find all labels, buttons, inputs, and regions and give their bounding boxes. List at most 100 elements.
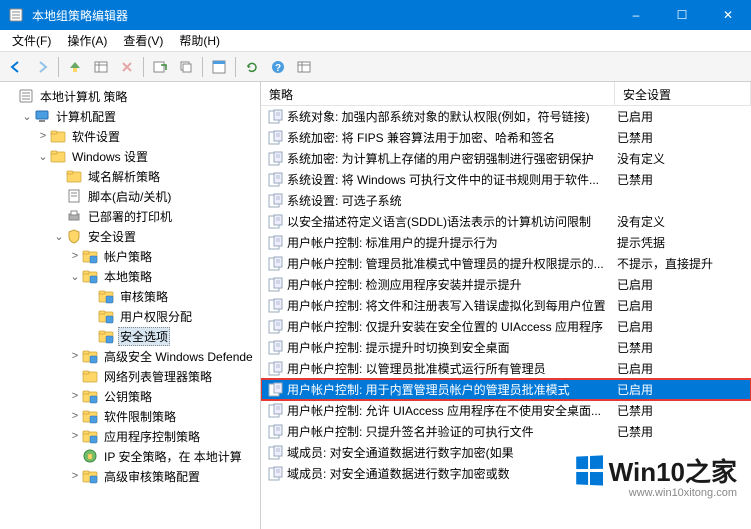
policy-icon	[267, 151, 283, 167]
window-title: 本地组策略编辑器	[32, 7, 613, 24]
list-row[interactable]: 系统设置: 可选子系统	[261, 190, 751, 211]
list-row[interactable]: 用户帐户控制: 管理员批准模式中管理员的提升权限提示的...不提示，直接提升	[261, 253, 751, 274]
export-button[interactable]	[148, 55, 172, 79]
list-body[interactable]: 系统对象: 加强内部系统对象的默认权限(例如，符号链接)已启用系统加密: 将 F…	[261, 106, 751, 529]
delete-button[interactable]	[115, 55, 139, 79]
folder-blue-icon	[82, 248, 98, 264]
expander-icon[interactable]: >	[68, 350, 82, 362]
policy-name: 系统加密: 为计算机上存储的用户密钥强制进行强密钥保护	[287, 150, 617, 167]
tree-node-label: 应用程序控制策略	[102, 427, 202, 446]
list-row[interactable]: 域成员: 对安全通道数据进行数字加密或数	[261, 463, 751, 484]
policy-name: 用户帐户控制: 将文件和注册表写入错误虚拟化到每用户位置	[287, 297, 617, 314]
list-row[interactable]: 用户帐户控制: 仅提升安装在安全位置的 UIAccess 应用程序已启用	[261, 316, 751, 337]
tree-node[interactable]: 用户权限分配	[0, 306, 260, 326]
list-row[interactable]: 用户帐户控制: 检测应用程序安装并提示提升已启用	[261, 274, 751, 295]
list-row[interactable]: 用户帐户控制: 标准用户的提升提示行为提示凭据	[261, 232, 751, 253]
tree-node-label: 软件限制策略	[102, 407, 178, 426]
maximize-button[interactable]: ☐	[659, 0, 705, 30]
expander-icon[interactable]: >	[36, 130, 50, 142]
help-button[interactable]	[266, 55, 290, 79]
close-button[interactable]: ✕	[705, 0, 751, 30]
tree-node[interactable]: 审核策略	[0, 286, 260, 306]
folder-blue-icon	[82, 468, 98, 484]
list-row[interactable]: 用户帐户控制: 只提升签名并验证的可执行文件已禁用	[261, 421, 751, 442]
policy-setting: 已禁用	[617, 402, 751, 419]
list-row[interactable]: 用户帐户控制: 将文件和注册表写入错误虚拟化到每用户位置已启用	[261, 295, 751, 316]
toolbar	[0, 52, 751, 82]
list-button[interactable]	[89, 55, 113, 79]
menu-action[interactable]: 操作(A)	[59, 30, 115, 51]
expander-icon[interactable]: >	[68, 410, 82, 422]
list-row[interactable]: 用户帐户控制: 用于内置管理员帐户的管理员批准模式已启用	[261, 379, 751, 400]
tree-node[interactable]: 脚本(启动/关机)	[0, 186, 260, 206]
list-row[interactable]: 用户帐户控制: 以管理员批准模式运行所有管理员已启用	[261, 358, 751, 379]
list-row[interactable]: 系统设置: 将 Windows 可执行文件中的证书规则用于软件...已禁用	[261, 169, 751, 190]
tree-node[interactable]: ⌄Windows 设置	[0, 146, 260, 166]
menu-view[interactable]: 查看(V)	[115, 30, 171, 51]
list-panel: 策略 安全设置 系统对象: 加强内部系统对象的默认权限(例如，符号链接)已启用系…	[261, 82, 751, 529]
expander-icon[interactable]: >	[68, 250, 82, 262]
tree-node[interactable]: ⌄本地策略	[0, 266, 260, 286]
tree-node[interactable]: 网络列表管理器策略	[0, 366, 260, 386]
list-row[interactable]: 系统加密: 将 FIPS 兼容算法用于加密、哈希和签名已禁用	[261, 127, 751, 148]
tree-node[interactable]: 已部署的打印机	[0, 206, 260, 226]
column-header-setting[interactable]: 安全设置	[615, 82, 751, 105]
minimize-button[interactable]: –	[613, 0, 659, 30]
expander-icon[interactable]: >	[68, 470, 82, 482]
separator	[58, 57, 59, 77]
tree-node[interactable]: ⌄计算机配置	[0, 106, 260, 126]
tree-node[interactable]: ⌄安全设置	[0, 226, 260, 246]
menu-file[interactable]: 文件(F)	[4, 30, 59, 51]
separator	[202, 57, 203, 77]
up-button[interactable]	[63, 55, 87, 79]
tree-node[interactable]: >帐户策略	[0, 246, 260, 266]
ipsec-icon	[82, 448, 98, 464]
expander-icon[interactable]: >	[68, 390, 82, 402]
folder-blue-icon	[82, 428, 98, 444]
tree-node[interactable]: 域名解析策略	[0, 166, 260, 186]
refresh-button[interactable]	[240, 55, 264, 79]
policy-setting: 没有定义	[617, 213, 751, 230]
tree-node[interactable]: > 高级审核策略配置	[0, 466, 260, 486]
column-header-name[interactable]: 策略	[261, 82, 615, 105]
tree-node-label: 高级审核策略配置	[102, 467, 202, 486]
detail-button[interactable]	[292, 55, 316, 79]
list-row[interactable]: 用户帐户控制: 提示提升时切换到安全桌面已禁用	[261, 337, 751, 358]
properties-button[interactable]	[207, 55, 231, 79]
expander-icon[interactable]: ⌄	[36, 150, 50, 163]
folder-blue-icon	[98, 328, 114, 344]
policy-icon	[267, 172, 283, 188]
forward-button[interactable]	[30, 55, 54, 79]
back-button[interactable]	[4, 55, 28, 79]
tree-node[interactable]: 安全选项	[0, 326, 260, 346]
list-row[interactable]: 用户帐户控制: 允许 UIAccess 应用程序在不使用安全桌面...已禁用	[261, 400, 751, 421]
tree-node[interactable]: 本地计算机 策略	[0, 86, 260, 106]
policy-icon	[267, 298, 283, 314]
tree-node[interactable]: >高级安全 Windows Defende	[0, 346, 260, 366]
policy-icon	[267, 382, 283, 398]
expander-icon[interactable]: ⌄	[20, 110, 34, 123]
tree-node[interactable]: > 软件限制策略	[0, 406, 260, 426]
tree-node-label: 网络列表管理器策略	[102, 367, 214, 386]
copy-button[interactable]	[174, 55, 198, 79]
tree-node[interactable]: >公钥策略	[0, 386, 260, 406]
tree-node[interactable]: >软件设置	[0, 126, 260, 146]
list-row[interactable]: 域成员: 对安全通道数据进行数字加密(如果	[261, 442, 751, 463]
expander-icon[interactable]: >	[68, 430, 82, 442]
policy-setting: 已禁用	[617, 129, 751, 146]
list-row[interactable]: 系统加密: 为计算机上存储的用户密钥强制进行强密钥保护没有定义	[261, 148, 751, 169]
expander-icon[interactable]: ⌄	[52, 230, 66, 243]
tree-node[interactable]: IP 安全策略，在 本地计算	[0, 446, 260, 466]
expander-icon[interactable]: ⌄	[68, 270, 82, 283]
policy-icon	[267, 445, 283, 461]
tree-node[interactable]: > 应用程序控制策略	[0, 426, 260, 446]
policy-setting: 已禁用	[617, 171, 751, 188]
list-row[interactable]: 系统对象: 加强内部系统对象的默认权限(例如，符号链接)已启用	[261, 106, 751, 127]
folder-blue-icon	[82, 388, 98, 404]
tree-panel[interactable]: 本地计算机 策略⌄计算机配置>软件设置⌄Windows 设置域名解析策略脚本(启…	[0, 82, 261, 529]
policy-setting: 没有定义	[617, 150, 751, 167]
policy-icon	[267, 361, 283, 377]
list-header: 策略 安全设置	[261, 82, 751, 106]
menu-help[interactable]: 帮助(H)	[171, 30, 228, 51]
list-row[interactable]: 以安全描述符定义语言(SDDL)语法表示的计算机访问限制没有定义	[261, 211, 751, 232]
